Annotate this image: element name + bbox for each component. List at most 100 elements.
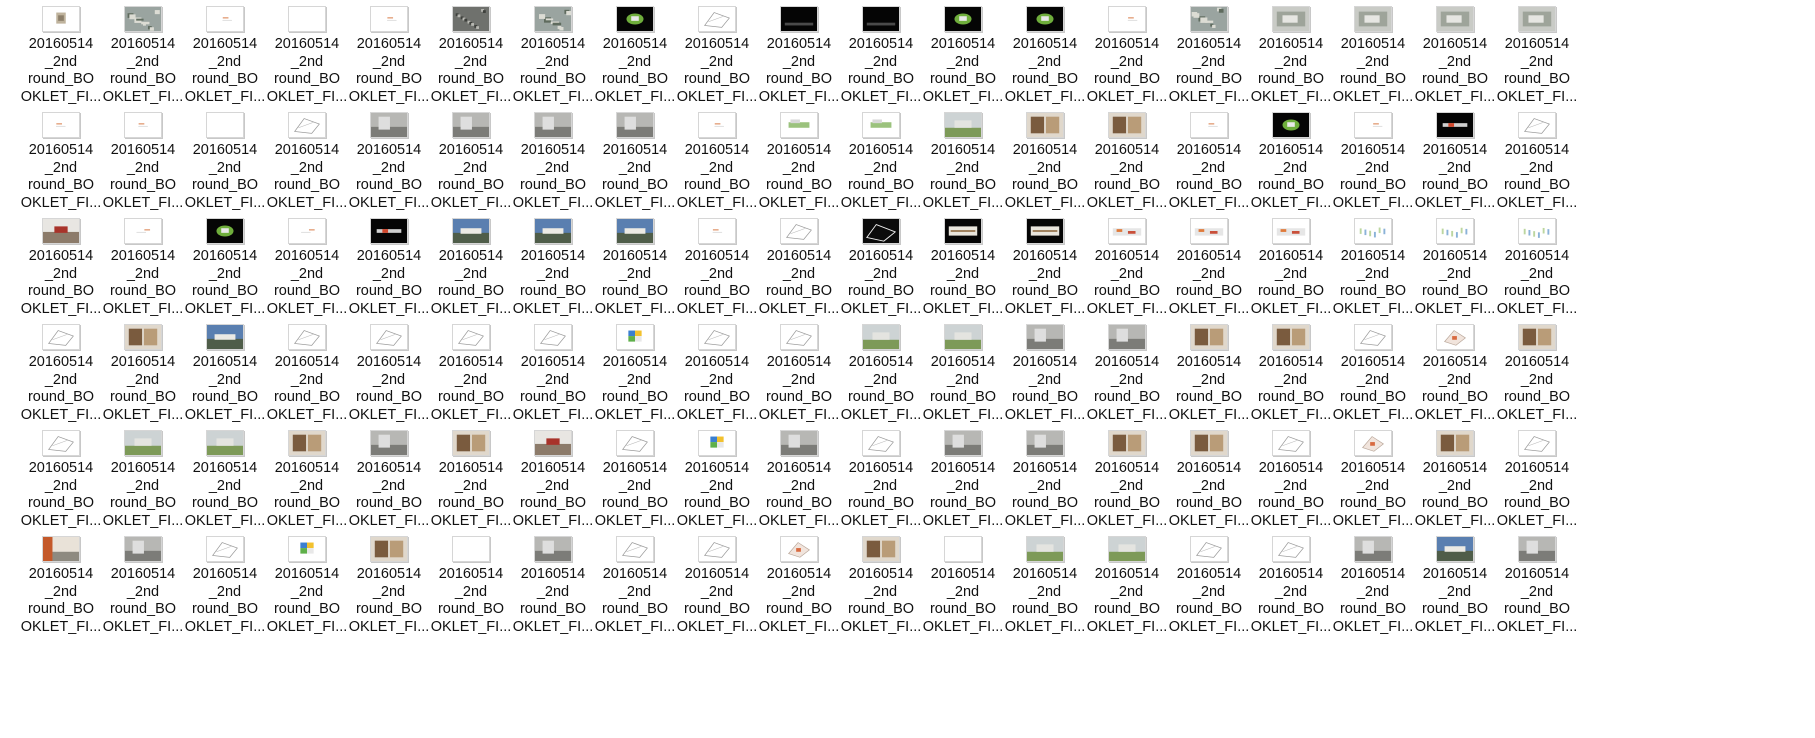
file-item[interactable]: 20160514 _2nd round_BO OKLET_FI...	[184, 112, 266, 232]
file-thumbnail[interactable]	[1436, 112, 1474, 138]
file-item[interactable]: 20160514 _2nd round_BO OKLET_FI...	[266, 112, 348, 232]
file-thumbnail[interactable]	[534, 218, 572, 244]
file-item[interactable]: 20160514 _2nd round_BO OKLET_FI...	[184, 324, 266, 444]
file-item[interactable]: 20160514 _2nd round_BO OKLET_FI...	[1250, 218, 1332, 338]
file-item[interactable]: 20160514 _2nd round_BO OKLET_FI...	[184, 430, 266, 550]
file-thumbnail[interactable]	[616, 112, 654, 138]
file-item[interactable]: 20160514 _2nd round_BO OKLET_FI...	[1086, 536, 1168, 656]
file-item[interactable]: 20160514 _2nd round_BO OKLET_FI...	[184, 218, 266, 338]
file-item[interactable]: 20160514 _2nd round_BO OKLET_FI...	[1086, 6, 1168, 126]
file-item[interactable]: 20160514 _2nd round_BO OKLET_FI...	[1168, 430, 1250, 550]
file-item[interactable]: 20160514 _2nd round_BO OKLET_FI...	[512, 218, 594, 338]
file-thumbnail[interactable]	[206, 112, 244, 138]
file-thumbnail[interactable]	[534, 112, 572, 138]
file-item[interactable]: 20160514 _2nd round_BO OKLET_FI...	[1250, 6, 1332, 126]
file-thumbnail[interactable]	[124, 218, 162, 244]
file-thumbnail[interactable]	[288, 430, 326, 456]
file-item[interactable]: 20160514 _2nd round_BO OKLET_FI...	[1496, 536, 1578, 656]
file-item[interactable]: 20160514 _2nd round_BO OKLET_FI...	[840, 6, 922, 126]
file-thumbnail[interactable]	[1026, 430, 1064, 456]
file-thumbnail[interactable]	[1026, 218, 1064, 244]
file-item[interactable]: 20160514 _2nd round_BO OKLET_FI...	[840, 536, 922, 656]
file-item[interactable]: 20160514 _2nd round_BO OKLET_FI...	[840, 218, 922, 338]
file-item[interactable]: 20160514 _2nd round_BO OKLET_FI...	[1414, 218, 1496, 338]
file-item[interactable]: 20160514 _2nd round_BO OKLET_FI...	[1496, 430, 1578, 550]
file-item[interactable]: 20160514 _2nd round_BO OKLET_FI...	[758, 6, 840, 126]
file-thumbnail[interactable]	[1026, 112, 1064, 138]
file-item[interactable]: 20160514 _2nd round_BO OKLET_FI...	[430, 536, 512, 656]
file-thumbnail[interactable]	[1354, 324, 1392, 350]
file-thumbnail[interactable]	[698, 218, 736, 244]
file-thumbnail[interactable]	[452, 112, 490, 138]
file-item[interactable]: 20160514 _2nd round_BO OKLET_FI...	[266, 218, 348, 338]
file-thumbnail[interactable]	[1026, 6, 1064, 32]
file-thumbnail[interactable]	[1190, 112, 1228, 138]
file-item[interactable]: 20160514 _2nd round_BO OKLET_FI...	[1004, 112, 1086, 232]
file-item[interactable]: 20160514 _2nd round_BO OKLET_FI...	[1004, 430, 1086, 550]
file-item[interactable]: 20160514 _2nd round_BO OKLET_FI...	[266, 324, 348, 444]
file-item[interactable]: 20160514 _2nd round_BO OKLET_FI...	[1332, 6, 1414, 126]
file-thumbnail[interactable]	[206, 6, 244, 32]
file-thumbnail[interactable]	[944, 324, 982, 350]
file-thumbnail[interactable]	[1436, 218, 1474, 244]
file-thumbnail[interactable]	[780, 430, 818, 456]
file-thumbnail[interactable]	[206, 324, 244, 350]
file-thumbnail[interactable]	[206, 218, 244, 244]
file-item[interactable]: 20160514 _2nd round_BO OKLET_FI...	[1414, 430, 1496, 550]
file-thumbnail[interactable]	[1108, 112, 1146, 138]
file-item[interactable]: 20160514 _2nd round_BO OKLET_FI...	[266, 536, 348, 656]
file-item[interactable]: 20160514 _2nd round_BO OKLET_FI...	[102, 430, 184, 550]
file-item[interactable]: 20160514 _2nd round_BO OKLET_FI...	[1086, 324, 1168, 444]
file-item[interactable]: 20160514 _2nd round_BO OKLET_FI...	[430, 218, 512, 338]
file-thumbnail[interactable]	[1354, 430, 1392, 456]
file-thumbnail[interactable]	[1190, 536, 1228, 562]
file-item[interactable]: 20160514 _2nd round_BO OKLET_FI...	[348, 218, 430, 338]
file-thumbnail[interactable]	[124, 430, 162, 456]
file-item[interactable]: 20160514 _2nd round_BO OKLET_FI...	[102, 536, 184, 656]
file-item[interactable]: 20160514 _2nd round_BO OKLET_FI...	[1332, 430, 1414, 550]
file-item[interactable]: 20160514 _2nd round_BO OKLET_FI...	[430, 324, 512, 444]
file-item[interactable]: 20160514 _2nd round_BO OKLET_FI...	[512, 430, 594, 550]
file-thumbnail[interactable]	[780, 6, 818, 32]
file-item[interactable]: 20160514 _2nd round_BO OKLET_FI...	[20, 536, 102, 656]
file-thumbnail[interactable]	[452, 536, 490, 562]
file-thumbnail[interactable]	[42, 536, 80, 562]
file-thumbnail[interactable]	[780, 218, 818, 244]
file-item[interactable]: 20160514 _2nd round_BO OKLET_FI...	[594, 324, 676, 444]
file-item[interactable]: 20160514 _2nd round_BO OKLET_FI...	[676, 430, 758, 550]
file-thumbnail[interactable]	[534, 6, 572, 32]
file-item[interactable]: 20160514 _2nd round_BO OKLET_FI...	[1168, 536, 1250, 656]
file-thumbnail[interactable]	[370, 112, 408, 138]
file-item[interactable]: 20160514 _2nd round_BO OKLET_FI...	[922, 324, 1004, 444]
file-thumbnail[interactable]	[944, 536, 982, 562]
file-item[interactable]: 20160514 _2nd round_BO OKLET_FI...	[266, 6, 348, 126]
file-item[interactable]: 20160514 _2nd round_BO OKLET_FI...	[1414, 112, 1496, 232]
file-item[interactable]: 20160514 _2nd round_BO OKLET_FI...	[102, 6, 184, 126]
file-thumbnail[interactable]	[42, 112, 80, 138]
file-item[interactable]: 20160514 _2nd round_BO OKLET_FI...	[430, 430, 512, 550]
file-thumbnail[interactable]	[1026, 324, 1064, 350]
file-thumbnail[interactable]	[698, 324, 736, 350]
file-item[interactable]: 20160514 _2nd round_BO OKLET_FI...	[184, 536, 266, 656]
file-thumbnail[interactable]	[452, 324, 490, 350]
file-thumbnail[interactable]	[862, 324, 900, 350]
file-item[interactable]: 20160514 _2nd round_BO OKLET_FI...	[1004, 218, 1086, 338]
file-thumbnail[interactable]	[1108, 6, 1146, 32]
file-item[interactable]: 20160514 _2nd round_BO OKLET_FI...	[1332, 324, 1414, 444]
file-thumbnail[interactable]	[944, 6, 982, 32]
file-item[interactable]: 20160514 _2nd round_BO OKLET_FI...	[594, 430, 676, 550]
file-thumbnail[interactable]	[370, 430, 408, 456]
file-thumbnail[interactable]	[616, 430, 654, 456]
file-thumbnail[interactable]	[1354, 536, 1392, 562]
file-thumbnail[interactable]	[534, 324, 572, 350]
file-thumbnail[interactable]	[862, 6, 900, 32]
file-thumbnail[interactable]	[862, 536, 900, 562]
file-thumbnail[interactable]	[616, 6, 654, 32]
file-item[interactable]: 20160514 _2nd round_BO OKLET_FI...	[594, 6, 676, 126]
file-item[interactable]: 20160514 _2nd round_BO OKLET_FI...	[348, 6, 430, 126]
file-thumbnail[interactable]	[452, 6, 490, 32]
file-thumbnail[interactable]	[452, 218, 490, 244]
file-thumbnail[interactable]	[1518, 112, 1556, 138]
file-item[interactable]: 20160514 _2nd round_BO OKLET_FI...	[1332, 112, 1414, 232]
file-thumbnail[interactable]	[616, 218, 654, 244]
